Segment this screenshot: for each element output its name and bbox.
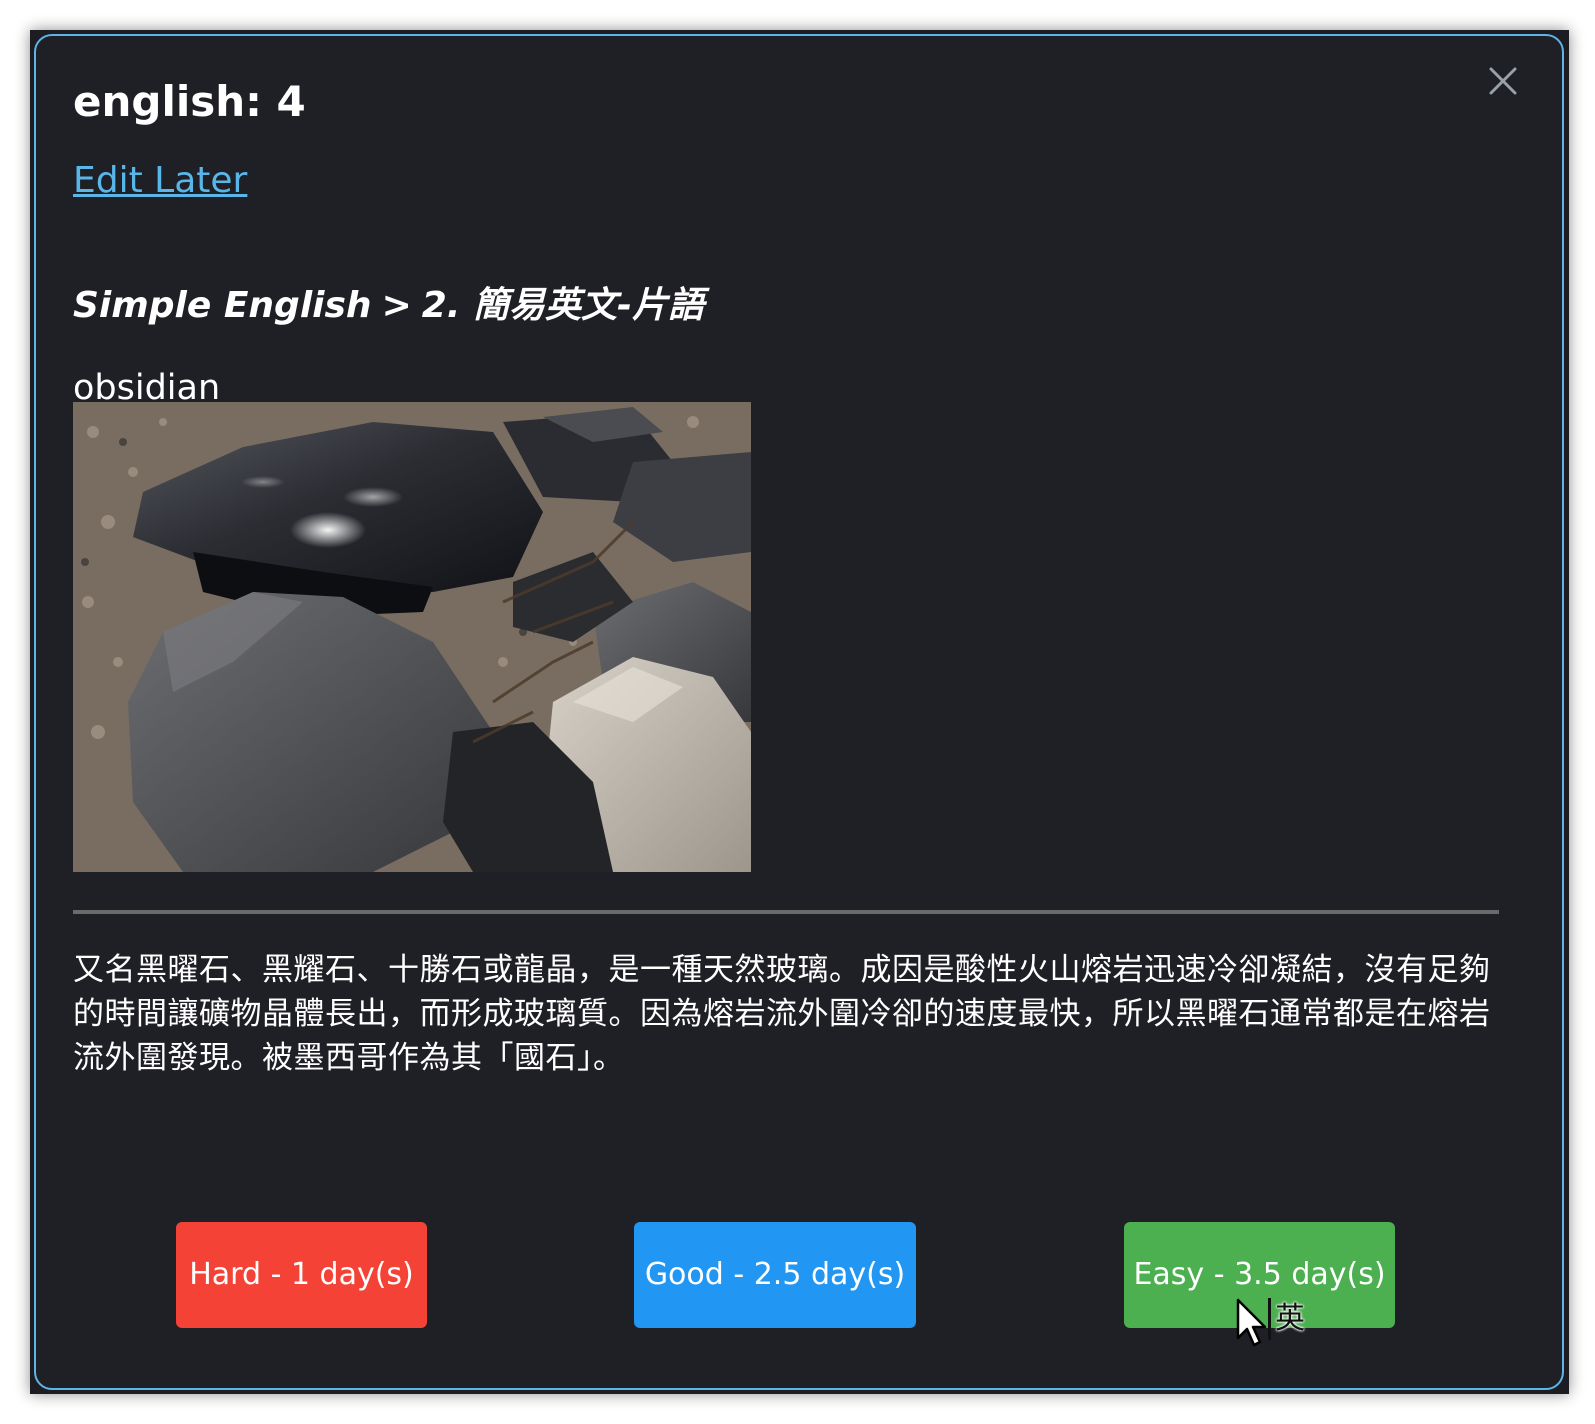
card-definition: 又名黑曜石、黑耀石、十勝石或龍晶，是一種天然玻璃。成因是酸性火山熔岩迅速冷卻凝結… <box>73 952 1491 1076</box>
breadcrumb: Simple English >2. 簡易英文-片語 <box>73 282 704 330</box>
breadcrumb-separator: > <box>381 285 412 326</box>
breadcrumb-section: 2. 簡易英文-片語 <box>421 285 704 326</box>
close-icon <box>1489 67 1517 95</box>
breadcrumb-deck: Simple English <box>73 285 372 326</box>
hard-button[interactable]: Hard - 1 day(s) <box>176 1222 427 1328</box>
obsidian-rocks-image <box>73 402 751 872</box>
easy-button[interactable]: Easy - 3.5 day(s) <box>1124 1222 1395 1328</box>
divider <box>73 910 1499 914</box>
card-image <box>73 402 751 872</box>
ime-indicator: 英 <box>1268 1298 1315 1340</box>
flashcard-modal: english: 4 Edit Later Simple English >2. … <box>34 34 1564 1390</box>
close-button[interactable] <box>1486 64 1520 98</box>
edit-later-link[interactable]: Edit Later <box>73 158 247 204</box>
card-title: english: 4 <box>73 77 306 126</box>
good-button[interactable]: Good - 2.5 day(s) <box>634 1222 916 1328</box>
